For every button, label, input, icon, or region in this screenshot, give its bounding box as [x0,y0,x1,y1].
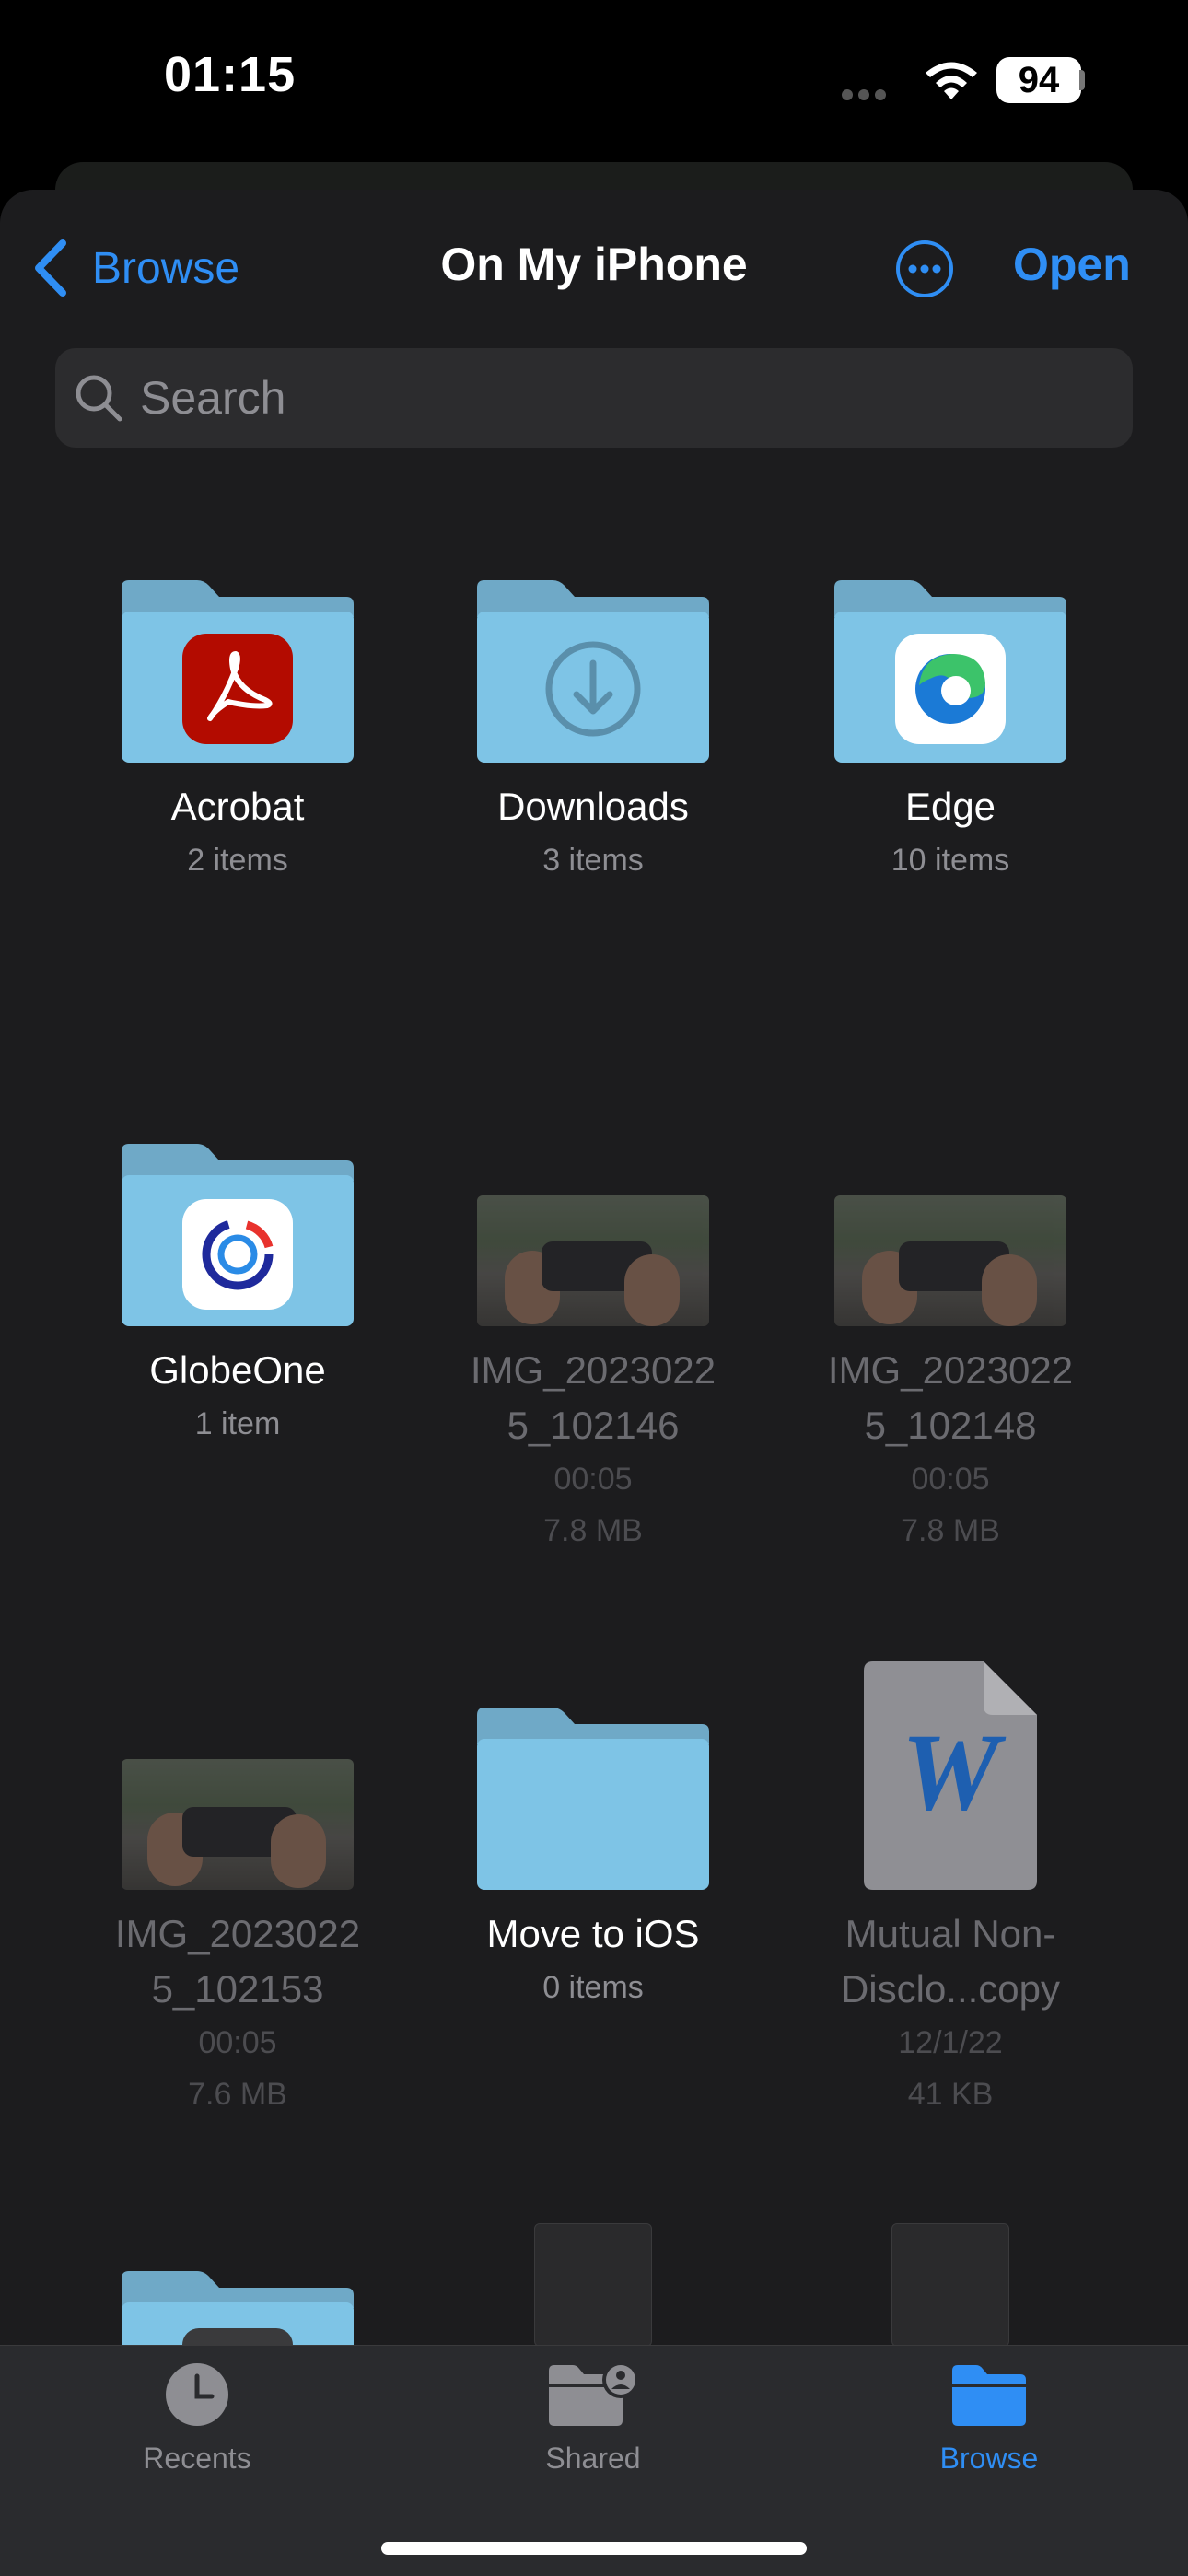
folder-acrobat-label: Acrobat 2 items [63,779,413,886]
more-options-icon[interactable] [895,239,954,298]
clock-icon [166,2363,228,2426]
cellular-signal-icon [842,88,904,100]
shared-folder-icon [549,2361,639,2426]
search-input[interactable]: Search [55,348,1133,448]
video-thumbnail[interactable] [477,1195,709,1326]
item-duration: 00:05 [911,1462,990,1497]
folder-move-to-ios[interactable] [0,0,709,1890]
item-name-line1: IMG_2023022 [827,1348,1074,1392]
page-title: On My iPhone [440,239,748,290]
item-name: Downloads [497,785,689,828]
folder-icon [477,580,709,763]
item-size: 41 KB [907,2077,994,2112]
folder-globeone-label: GlobeOne 1 item [63,1343,413,1450]
wifi-icon [926,62,977,99]
item-name-line2: Disclo...copy [840,1967,1061,2011]
battery-indicator: 94 [996,57,1081,103]
tab-label: Shared [545,2442,641,2475]
item-name: Edge [904,785,996,828]
video-thumbnail[interactable] [834,1195,1066,1326]
tab-recents[interactable]: Recents [59,2361,335,2476]
tab-shared[interactable]: Shared [455,2361,731,2476]
item-duration: 00:05 [198,2025,277,2060]
home-indicator [381,2542,807,2555]
item-date: 12/1/22 [898,2025,1003,2060]
globeone-app-icon [182,1199,293,1310]
edge-app-icon [895,634,1006,744]
item-size: 7.8 MB [543,1513,643,1548]
video-thumbnail[interactable] [122,1759,354,1890]
item-name: Acrobat [170,785,305,828]
folder-edge-label: Edge 10 items [775,779,1125,886]
item-count: 1 item [194,1406,281,1441]
document-thumbnail[interactable] [891,2223,1009,2347]
tab-label: Browse [939,2442,1039,2475]
word-document-icon[interactable]: W [864,1661,1037,1890]
item-count: 3 items [542,843,644,878]
video-102146-label: IMG_2023022 5_102146 00:05 7.8 MB [418,1343,768,1556]
status-time: 01:15 [164,47,297,102]
item-count: 10 items [891,843,1010,878]
document-mutual-nda-label: Mutual Non- Disclo...copy 12/1/22 41 KB [775,1906,1125,2120]
battery-nub [1079,70,1085,90]
item-count: 2 items [187,843,288,878]
folder-icon [477,1708,709,1890]
open-button[interactable]: Open [1013,238,1131,291]
item-name-line2: 5_102153 [151,1967,324,2011]
item-name: Move to iOS [486,1912,700,1955]
item-name-line2: 5_102146 [507,1404,680,1447]
document-thumbnail[interactable] [534,2223,652,2347]
item-name-line2: 5_102148 [864,1404,1037,1447]
folder-fill-icon [952,2365,1026,2426]
svg-text:W: W [902,1710,1007,1833]
item-name-line1: IMG_2023022 [470,1348,716,1392]
item-name-line1: IMG_2023022 [114,1912,361,1955]
tab-browse[interactable]: Browse [851,2361,1127,2476]
acrobat-app-icon [182,634,293,744]
item-duration: 00:05 [553,1462,633,1497]
item-size: 7.6 MB [188,2077,287,2112]
video-102148-label: IMG_2023022 5_102148 00:05 7.8 MB [775,1343,1125,1556]
folder-downloads-label: Downloads 3 items [418,779,768,886]
tab-label: Recents [143,2442,251,2475]
folder-icon[interactable] [122,2271,354,2345]
video-102153-label: IMG_2023022 5_102153 00:05 7.6 MB [63,1906,413,2120]
item-name-line1: Mutual Non- [844,1912,1056,1955]
item-size: 7.8 MB [901,1513,1000,1548]
item-count: 0 items [542,1970,644,2005]
search-placeholder: Search [140,372,286,424]
item-name: GlobeOne [149,1348,326,1392]
folder-move-to-ios-label: Move to iOS 0 items [418,1906,768,2013]
search-icon [76,375,122,422]
